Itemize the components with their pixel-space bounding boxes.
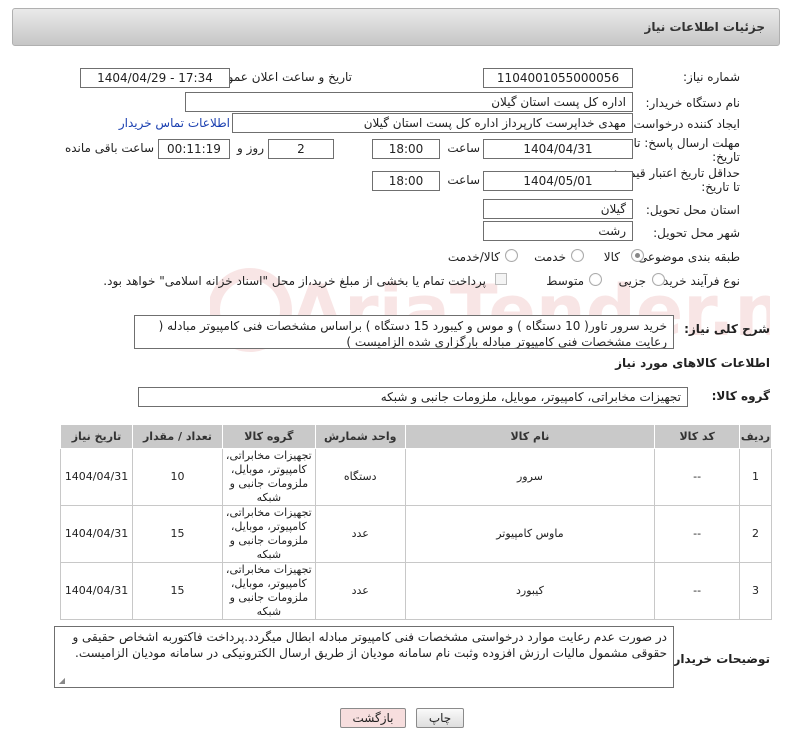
print-button[interactable]: چاپ <box>416 708 464 728</box>
cell-group: تجهیزات مخابراتی، کامپیوتر، موبایل، ملزو… <box>221 448 316 506</box>
cell-qty: 15 <box>132 505 223 563</box>
buyer-notes-text: در صورت عدم رعایت موارد درخواستی مشخصات … <box>72 630 667 660</box>
process-option-minor: جزیی <box>618 274 646 288</box>
deadline-label-2: تاریخ: <box>712 150 740 164</box>
page-title: جزئیات اطلاعات نیاز <box>644 20 765 34</box>
process-option-medium: متوسط <box>546 274 584 288</box>
cell-group: تجهیزات مخابراتی، کامپیوتر، موبایل، ملزو… <box>221 505 316 563</box>
process-radio-medium[interactable] <box>589 273 602 286</box>
col-header-code: کد کالا <box>654 424 741 449</box>
creator-field: مهدی خداپرست کارپرداز اداره کل پست استان… <box>232 113 633 133</box>
buyer-notes-field: در صورت عدم رعایت موارد درخواستی مشخصات … <box>54 626 674 688</box>
buyer-contact-link[interactable]: اطلاعات تماس خریدار <box>119 116 230 130</box>
days-label: روز و <box>237 141 264 155</box>
cell-row-number: 1 <box>739 448 772 506</box>
province-field: گیلان <box>483 199 633 219</box>
process-radio-minor[interactable] <box>652 273 665 286</box>
days-remaining-field: 2 <box>268 139 334 159</box>
goods-group-field: تجهیزات مخابراتی، کامپیوتر، موبایل، ملزو… <box>138 387 688 407</box>
cell-date: 1404/04/31 <box>59 448 134 506</box>
table-row: 1 -- سرور دستگاه تجهیزات مخابراتی، کامپی… <box>59 448 772 506</box>
cell-code: -- <box>654 505 741 563</box>
deadline-time-label: ساعت <box>447 141 480 155</box>
buyer-notes-label: توضیحات خریدار: <box>668 652 770 666</box>
city-label: شهر محل تحویل: <box>653 226 740 240</box>
category-label: طبقه بندی موضوعی: <box>633 250 740 264</box>
goods-table-header: ردیف کد کالا نام کالا واحد شمارش گروه کا… <box>59 424 772 449</box>
process-label: نوع فرآیند خرید : <box>655 274 740 288</box>
col-header-name: نام کالا <box>404 424 656 449</box>
goods-info-title: اطلاعات کالاهای مورد نیاز <box>615 356 770 370</box>
col-header-unit: واحد شمارش <box>314 424 406 449</box>
cell-row-number: 3 <box>739 562 772 620</box>
col-header-group: گروه کالا <box>221 424 316 449</box>
page-header: جزئیات اطلاعات نیاز <box>12 8 780 46</box>
remaining-time-field: 00:11:19 <box>158 139 230 159</box>
goods-group-label: گروه کالا: <box>711 389 770 403</box>
description-label: شرح کلی نیاز: <box>684 322 770 336</box>
treasury-payment-checkbox[interactable] <box>495 273 507 285</box>
cell-row-number: 2 <box>739 505 772 563</box>
deadline-label: مهلت ارسال پاسخ: تا <box>633 136 740 150</box>
category-option-service: خدمت <box>534 250 566 264</box>
need-number-field: 1104001055000056 <box>483 68 633 88</box>
creator-label: ایجاد کننده درخواست: <box>629 117 740 131</box>
cell-code: -- <box>654 448 741 506</box>
province-label: استان محل تحویل: <box>645 203 740 217</box>
cell-code: -- <box>654 562 741 620</box>
cell-unit: دستگاه <box>314 448 406 506</box>
buyer-org-field: اداره کل پست استان گیلان <box>185 92 633 112</box>
cell-date: 1404/04/31 <box>59 562 134 620</box>
need-number-label: شماره نیاز: <box>683 70 740 84</box>
table-row: 2 -- ماوس کامپیوتر عدد تجهیزات مخابراتی،… <box>59 505 772 563</box>
cell-group: تجهیزات مخابراتی، کامپیوتر، موبایل، ملزو… <box>221 562 316 620</box>
category-option-goods: کالا <box>603 250 620 264</box>
deadline-time-field: 18:00 <box>372 139 440 159</box>
category-radio-service[interactable] <box>571 249 584 262</box>
back-button[interactable]: بازگشت <box>340 708 406 728</box>
col-header-qty: تعداد / مقدار <box>132 424 223 449</box>
cell-unit: عدد <box>314 562 406 620</box>
buyer-org-label: نام دستگاه خریدار: <box>645 96 741 110</box>
city-field: رشت <box>483 221 633 241</box>
price-valid-time-field: 18:00 <box>372 171 440 191</box>
cell-date: 1404/04/31 <box>59 505 134 563</box>
goods-table: ردیف کد کالا نام کالا واحد شمارش گروه کا… <box>59 424 772 620</box>
treasury-payment-note: پرداخت تمام یا بخشی از مبلغ خرید،از محل … <box>103 274 486 288</box>
cell-name: سرور <box>404 448 656 506</box>
price-valid-date-field: 1404/05/01 <box>483 171 633 191</box>
cell-name: کیبورد <box>404 562 656 620</box>
price-valid-label-2: تا تاریخ: <box>701 180 740 194</box>
resize-grip-icon[interactable]: ◢ <box>57 677 65 685</box>
col-header-date: تاریخ نیاز <box>59 424 134 449</box>
cell-name: ماوس کامپیوتر <box>404 505 656 563</box>
cell-qty: 15 <box>132 562 223 620</box>
deadline-date-field: 1404/04/31 <box>483 139 633 159</box>
table-row: 3 -- کیبورد عدد تجهیزات مخابراتی، کامپیو… <box>59 562 772 620</box>
announce-datetime-field: 1404/04/29 - 17:34 <box>80 68 230 88</box>
description-field: خرید سرور تاور( 10 دستگاه ) و موس و کیبو… <box>134 315 674 349</box>
remaining-time-label: ساعت باقی مانده <box>64 141 154 155</box>
category-radio-both[interactable] <box>505 249 518 262</box>
category-option-both: کالا/خدمت <box>447 250 500 264</box>
col-header-row: ردیف <box>739 424 772 449</box>
price-valid-time-label: ساعت <box>447 173 480 187</box>
category-radio-goods[interactable] <box>631 249 644 262</box>
cell-unit: عدد <box>314 505 406 563</box>
cell-qty: 10 <box>132 448 223 506</box>
